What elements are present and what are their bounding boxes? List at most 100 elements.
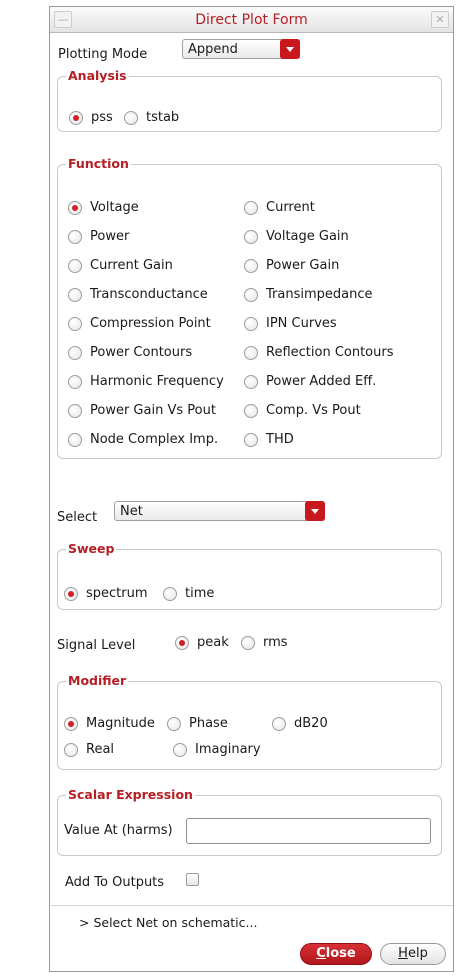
analysis-group-title: Analysis xyxy=(66,68,129,83)
radio-power-contours[interactable]: Power Contours xyxy=(68,345,192,360)
radio-power[interactable]: Power xyxy=(68,229,129,244)
modifier-group: Modifier Magnitude Phase dB20 Real Imagi… xyxy=(57,673,442,770)
radio-indicator xyxy=(68,403,82,418)
analysis-group: Analysis pss tstab xyxy=(57,68,442,132)
add-to-outputs-label: Add To Outputs xyxy=(65,875,165,890)
radio-indicator xyxy=(244,374,258,389)
radio-label: Reflection Contours xyxy=(266,345,394,360)
radio-time[interactable]: time xyxy=(163,586,214,601)
radio-indicator xyxy=(244,200,258,215)
radio-label: Power xyxy=(90,229,130,244)
radio-label: THD xyxy=(266,432,294,447)
radio-pss[interactable]: pss xyxy=(69,110,113,125)
value-at-field[interactable] xyxy=(186,818,431,844)
radio-power-added-eff[interactable]: Power Added Eff. xyxy=(244,374,376,389)
radio-indicator xyxy=(68,287,82,302)
radio-indicator xyxy=(64,742,78,757)
radio-indicator xyxy=(69,110,83,125)
radio-indicator xyxy=(244,287,258,302)
radio-label: Power Contours xyxy=(90,345,193,360)
radio-indicator xyxy=(163,586,177,601)
radio-label: Voltage xyxy=(90,200,139,215)
radio-label: Current xyxy=(266,200,315,215)
select-label: Select xyxy=(57,510,98,525)
radio-power-gain[interactable]: Power Gain xyxy=(244,258,339,273)
modifier-group-title: Modifier xyxy=(66,673,129,688)
radio-db20[interactable]: dB20 xyxy=(272,716,328,731)
select-combo[interactable]: Net xyxy=(114,501,325,521)
radio-transconductance[interactable]: Transconductance xyxy=(68,287,208,302)
radio-voltage-gain[interactable]: Voltage Gain xyxy=(244,229,349,244)
direct-plot-form-window: — Direct Plot Form ✕ Plotting Mode Appen… xyxy=(49,6,454,972)
radio-tstab[interactable]: tstab xyxy=(124,110,179,125)
radio-indicator xyxy=(244,229,258,244)
radio-comp-vs-pout[interactable]: Comp. Vs Pout xyxy=(244,403,361,418)
radio-indicator xyxy=(244,345,258,360)
radio-indicator xyxy=(124,110,138,125)
chevron-down-icon[interactable] xyxy=(305,501,325,521)
radio-power-gain-vs-pout[interactable]: Power Gain Vs Pout xyxy=(68,403,216,418)
title-bar: — Direct Plot Form ✕ xyxy=(50,7,453,33)
radio-label: Current Gain xyxy=(90,258,173,273)
help-button[interactable]: Help xyxy=(380,943,446,965)
radio-compression-point[interactable]: Compression Point xyxy=(68,316,211,331)
radio-magnitude[interactable]: Magnitude xyxy=(64,716,155,731)
close-button[interactable]: Close xyxy=(300,943,372,965)
radio-harmonic-frequency[interactable]: Harmonic Frequency xyxy=(68,374,224,389)
window-title: Direct Plot Form xyxy=(195,12,308,28)
radio-label: Phase xyxy=(189,716,228,731)
radio-real[interactable]: Real xyxy=(64,742,114,757)
radio-label: Harmonic Frequency xyxy=(90,374,224,389)
radio-label: Power Added Eff. xyxy=(266,374,377,389)
radio-label: spectrum xyxy=(86,586,148,601)
radio-indicator xyxy=(167,716,181,731)
radio-reflection-contours[interactable]: Reflection Contours xyxy=(244,345,394,360)
radio-spectrum[interactable]: spectrum xyxy=(64,586,148,601)
radio-indicator xyxy=(68,316,82,331)
close-mnemonic: C xyxy=(316,946,326,961)
plotting-mode-combo[interactable]: Append xyxy=(182,39,300,59)
value-at-label: Value At (harms) xyxy=(64,823,173,838)
radio-peak[interactable]: peak xyxy=(175,635,229,650)
close-label: lose xyxy=(325,946,356,961)
status-message: > Select Net on schematic... xyxy=(79,915,258,930)
radio-label: Magnitude xyxy=(86,716,155,731)
radio-label: Power Gain xyxy=(266,258,340,273)
radio-current[interactable]: Current xyxy=(244,200,315,215)
radio-phase[interactable]: Phase xyxy=(167,716,228,731)
radio-label: Transconductance xyxy=(90,287,208,302)
separator xyxy=(51,905,453,906)
radio-label: tstab xyxy=(146,110,180,125)
radio-transimpedance[interactable]: Transimpedance xyxy=(244,287,372,302)
radio-node-complex-imp[interactable]: Node Complex Imp. xyxy=(68,432,218,447)
radio-indicator xyxy=(68,258,82,273)
radio-indicator xyxy=(64,716,78,731)
radio-label: Comp. Vs Pout xyxy=(266,403,361,418)
plotting-mode-value: Append xyxy=(188,42,238,57)
radio-indicator xyxy=(173,742,187,757)
radio-label: rms xyxy=(263,635,288,650)
radio-label: Transimpedance xyxy=(266,287,373,302)
radio-rms[interactable]: rms xyxy=(241,635,288,650)
radio-thd[interactable]: THD xyxy=(244,432,294,447)
radio-voltage[interactable]: Voltage xyxy=(68,200,139,215)
select-value: Net xyxy=(120,504,143,519)
chevron-down-icon[interactable] xyxy=(280,39,300,59)
radio-label: Voltage Gain xyxy=(266,229,349,244)
close-window-icon[interactable]: ✕ xyxy=(431,11,449,28)
radio-imaginary[interactable]: Imaginary xyxy=(173,742,261,757)
radio-label: Compression Point xyxy=(90,316,211,331)
radio-label: dB20 xyxy=(294,716,328,731)
signal-level-label: Signal Level xyxy=(57,638,136,653)
radio-indicator xyxy=(244,258,258,273)
add-to-outputs-checkbox[interactable] xyxy=(186,873,199,886)
radio-label: time xyxy=(185,586,215,601)
radio-current-gain[interactable]: Current Gain xyxy=(68,258,173,273)
radio-indicator xyxy=(175,635,189,650)
radio-indicator xyxy=(68,229,82,244)
radio-indicator xyxy=(244,403,258,418)
radio-indicator xyxy=(68,374,82,389)
sweep-group-title: Sweep xyxy=(66,541,117,556)
radio-ipn-curves[interactable]: IPN Curves xyxy=(244,316,337,331)
help-label: elp xyxy=(407,946,428,961)
